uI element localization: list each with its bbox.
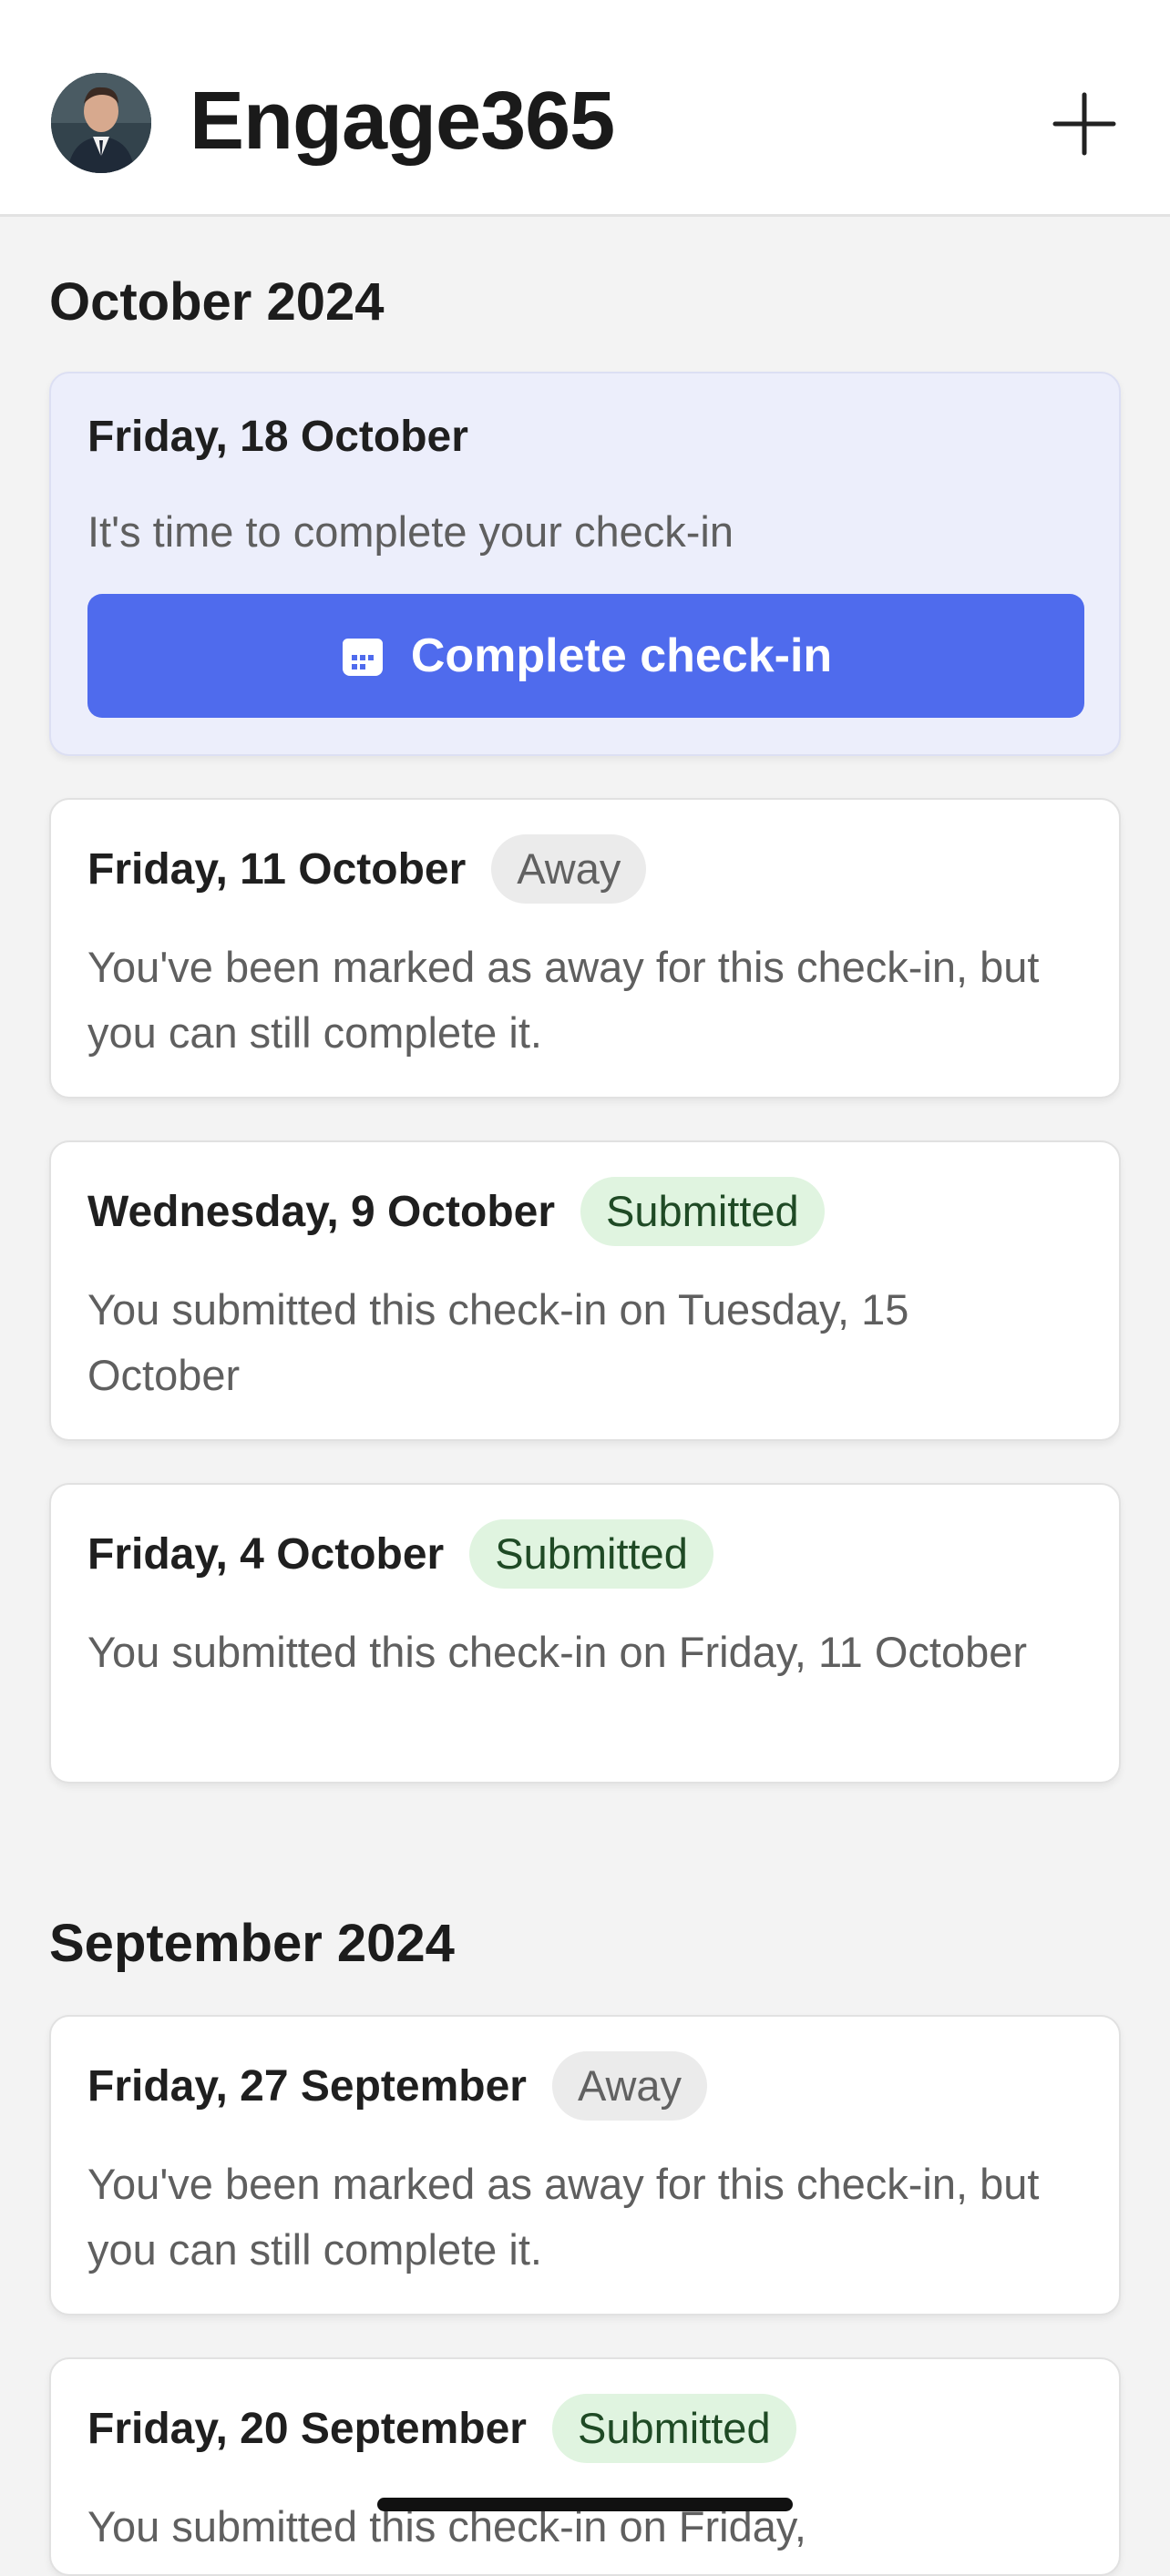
status-badge-away: Away [551, 2051, 708, 2121]
checkin-card[interactable]: Friday, 4 October Submitted You submitte… [49, 1483, 1121, 1784]
checkin-description: You've been marked as away for this chec… [87, 2160, 1040, 2274]
month-heading: September 2024 [49, 1914, 455, 1973]
checkin-description: You've been marked as away for this chec… [87, 943, 1040, 1057]
checkin-date: Friday, 20 September [87, 2404, 527, 2453]
checkin-description: You submitted this check-in on Friday, 1… [87, 1628, 1028, 1676]
status-badge-away: Away [491, 834, 647, 904]
checkin-date: Friday, 4 October [87, 1529, 445, 1579]
month-heading: October 2024 [49, 272, 385, 332]
checkin-card[interactable]: Wednesday, 9 October Submitted You submi… [49, 1140, 1121, 1441]
checkin-date: Friday, 11 October [87, 844, 467, 894]
complete-checkin-label: Complete check-in [410, 629, 833, 682]
checkin-card[interactable]: Friday, 11 October Away You've been mark… [49, 798, 1121, 1099]
status-badge-submitted: Submitted [580, 1177, 825, 1246]
checkin-card[interactable]: Friday, 27 September Away You've been ma… [49, 2015, 1121, 2315]
status-badge-submitted: Submitted [469, 1519, 713, 1589]
avatar-image [51, 73, 151, 173]
status-badge-submitted: Submitted [551, 2394, 796, 2463]
checkin-description: You submitted this check-in on Tuesday, … [87, 1285, 909, 1399]
checkin-date: Friday, 27 September [87, 2061, 527, 2111]
home-indicator[interactable] [377, 2498, 793, 2511]
checkin-description: It's time to complete your check-in [87, 507, 734, 556]
add-button[interactable] [1048, 87, 1121, 160]
calendar-icon [342, 639, 383, 676]
plus-icon [1052, 92, 1116, 156]
app-header: Engage365 [0, 0, 1170, 217]
complete-checkin-button[interactable]: Complete check-in [87, 594, 1084, 718]
checkin-date: Wednesday, 9 October [87, 1187, 556, 1236]
app-title: Engage365 [190, 76, 615, 167]
checkin-card[interactable]: Friday, 20 September Submitted You submi… [49, 2357, 1121, 2576]
checkin-date: Friday, 18 October [87, 413, 468, 461]
checkin-card-current: Friday, 18 October It's time to complete… [49, 372, 1121, 756]
avatar[interactable] [51, 73, 151, 173]
